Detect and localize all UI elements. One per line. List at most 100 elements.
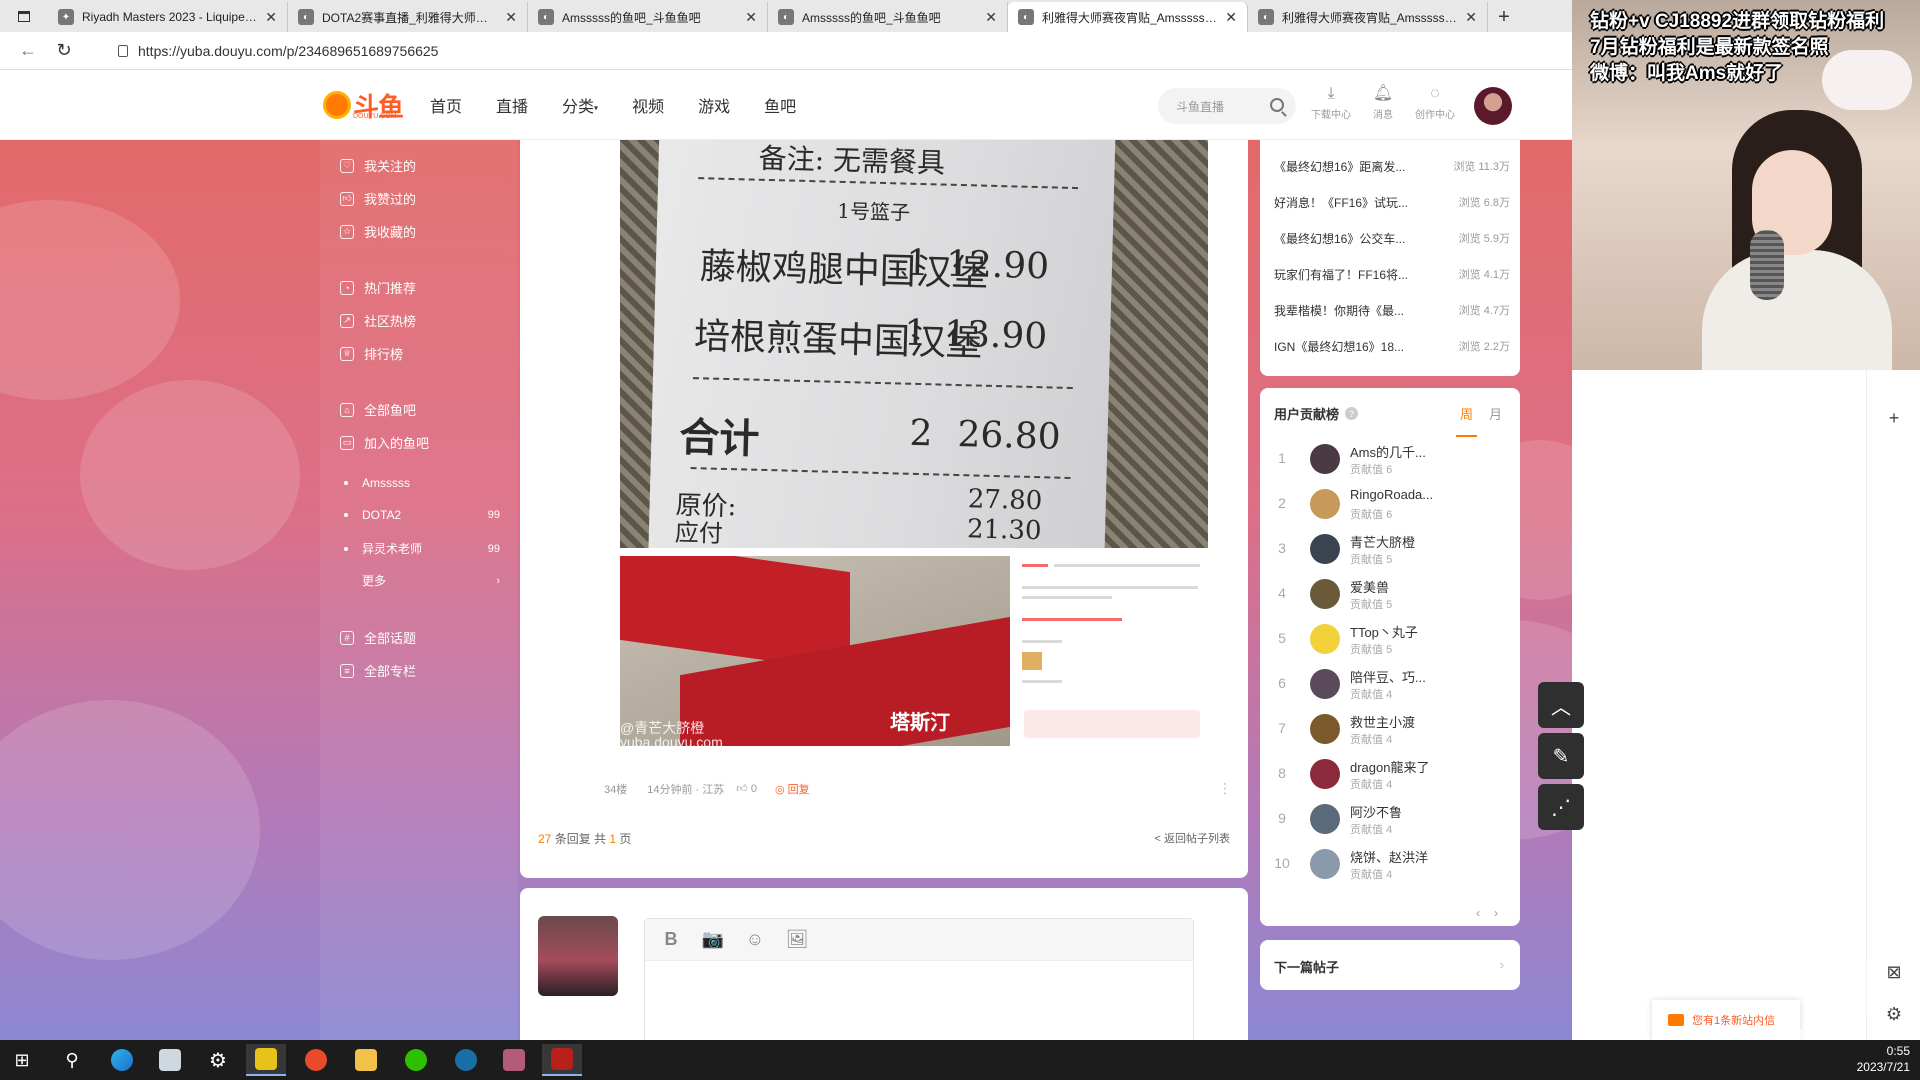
rank-row[interactable]: 6 陪伴豆、巧... 贡献值 4 — [1274, 665, 1506, 705]
user-avatar[interactable] — [1474, 87, 1512, 125]
next-page-icon[interactable]: › — [1494, 906, 1498, 920]
hot-post-item[interactable]: IGN《最终幻想16》18... 浏览 2.2万 — [1274, 338, 1510, 355]
taskbar-dota2[interactable] — [542, 1044, 582, 1076]
close-tab-icon[interactable]: ✕ — [1225, 9, 1237, 26]
rank-row[interactable]: 3 青芒大脐橙 贡献值 5 — [1274, 530, 1506, 570]
rank-avatar[interactable] — [1310, 624, 1340, 654]
nav-yuba[interactable]: 鱼吧 — [764, 93, 796, 117]
sidebar-item-joined-bars[interactable]: ▭ 加入的鱼吧 — [340, 433, 500, 452]
search-icon[interactable] — [1270, 98, 1284, 112]
browser-tab-active[interactable]: ◐ 利雅得大师赛夜宵贴_Amsssss的鱼吧 ✕ — [1008, 2, 1248, 32]
rank-row[interactable]: 7 救世主小渡 贡献值 4 — [1274, 710, 1506, 750]
url-field[interactable]: https://yuba.douyu.com/p/234689651689756… — [112, 35, 1552, 66]
download-center-button[interactable]: ⤓ 下载中心 — [1305, 85, 1357, 121]
start-button[interactable]: ⊞ — [2, 1044, 42, 1076]
search-button[interactable]: ⚲ — [52, 1044, 92, 1076]
new-message-toast[interactable]: 您有1条新站内信 — [1652, 1000, 1800, 1040]
hot-post-item[interactable]: 《最终幻想16》距离发... 浏览 11.3万 — [1274, 158, 1510, 175]
rank-user-name[interactable]: RingoRoada... — [1350, 487, 1460, 502]
hot-post-item[interactable]: 好消息！《FF16》试玩... 浏览 6.8万 — [1274, 194, 1510, 211]
sidebar-item-all-columns[interactable]: ≡ 全部专栏 — [340, 661, 500, 680]
rank-row[interactable]: 8 dragon龍来了 贡献值 4 — [1274, 755, 1506, 795]
scroll-top-button[interactable]: ︿ — [1538, 682, 1584, 728]
rank-row[interactable]: 10 烧饼、赵洪洋 贡献值 4 — [1274, 845, 1506, 885]
nav-live[interactable]: 直播 — [496, 93, 528, 117]
rank-avatar[interactable] — [1310, 759, 1340, 789]
rank-avatar[interactable] — [1310, 534, 1340, 564]
image-icon[interactable]: 🖼 — [785, 928, 809, 952]
new-tab-button[interactable]: + — [1488, 2, 1520, 32]
rank-user-name[interactable]: 烧饼、赵洪洋 — [1350, 847, 1460, 866]
plus-icon[interactable]: + — [1867, 408, 1920, 429]
reply-editor[interactable]: B 📷 ☺ 🖼 — [644, 918, 1194, 1048]
browser-tab[interactable]: ◐ 利雅得大师赛夜宵贴_Amsssss的鱼吧 ✕ — [1248, 2, 1488, 32]
sidebar-bar-item[interactable]: Amsssss — [344, 476, 500, 490]
close-tab-icon[interactable]: ✕ — [265, 9, 277, 26]
taskbar-app[interactable] — [296, 1044, 336, 1076]
taskbar-settings[interactable]: ⚙ — [198, 1044, 238, 1076]
camera-icon[interactable]: 📷 — [701, 928, 725, 952]
browser-tab[interactable]: ◐ DOTA2赛事直播_利雅得大师赛直播 ✕ — [288, 2, 528, 32]
bold-icon[interactable]: B — [659, 928, 683, 952]
write-post-button[interactable]: ✎ — [1538, 733, 1584, 779]
sidebar-item-community-hot[interactable]: ↗ 社区热榜 — [340, 311, 500, 330]
receipt-photo[interactable]: 备注: 无需餐具 1号篮子 藤椒鸡腿中国汉堡 1 12.90 培根煎蛋中国汉堡 … — [620, 140, 1208, 548]
rank-user-name[interactable]: 青芒大脐橙 — [1350, 532, 1460, 551]
taskbar-steam[interactable] — [446, 1044, 486, 1076]
sidebar-item-hot[interactable]: ◔ 热门推荐 — [340, 278, 500, 297]
close-tab-icon[interactable]: ✕ — [1465, 9, 1477, 26]
hot-post-item[interactable]: 我辈楷模！你期待《最... 浏览 4.7万 — [1274, 302, 1510, 319]
taskbar-edge[interactable] — [102, 1044, 142, 1076]
rank-user-name[interactable]: 阿沙不鲁 — [1350, 802, 1460, 821]
hot-post-item[interactable]: 《最终幻想16》公交车... 浏览 5.9万 — [1274, 230, 1510, 247]
creator-center-button[interactable]: ◌ 创作中心 — [1409, 85, 1461, 121]
rank-avatar[interactable] — [1310, 849, 1340, 879]
order-screenshot-image[interactable] — [1014, 556, 1208, 746]
rank-user-name[interactable]: Ams的几千... — [1350, 442, 1460, 461]
nav-video[interactable]: 视频 — [632, 93, 664, 117]
more-options-icon[interactable]: ⋮ — [1218, 780, 1232, 797]
sidebar-item-all-topics[interactable]: # 全部话题 — [340, 628, 500, 647]
hot-post-item[interactable]: 玩家们有福了！FF16将... 浏览 4.1万 — [1274, 266, 1510, 283]
browser-tab[interactable]: ◐ Amsssss的鱼吧_斗鱼鱼吧 ✕ — [528, 2, 768, 32]
taskbar-wechat[interactable] — [396, 1044, 436, 1076]
share-button[interactable]: ⋰ — [1538, 784, 1584, 830]
sidebar-bar-item[interactable]: DOTA2 99 — [344, 508, 500, 522]
next-post-card[interactable]: 下一篇帖子 › — [1260, 940, 1520, 990]
rank-user-name[interactable]: 爱美兽 — [1350, 577, 1460, 596]
close-tab-icon[interactable]: ✕ — [985, 9, 997, 26]
burger-box-photo[interactable]: 塔斯汀 @青芒大脐橙 yuba.douyu.com — [620, 556, 1010, 746]
rank-avatar[interactable] — [1310, 444, 1340, 474]
rank-user-name[interactable]: dragon龍来了 — [1350, 757, 1460, 776]
sidebar-item-following[interactable]: ♡ 我关注的 — [340, 156, 500, 175]
rank-row[interactable]: 2 RingoRoada... 贡献值 6 — [1274, 485, 1506, 525]
taskbar-app[interactable] — [346, 1044, 386, 1076]
douyu-logo[interactable]: 斗鱼 DOUYU.COM — [323, 87, 404, 123]
sidebar-bar-item[interactable]: 异灵术老师 99 — [344, 540, 500, 557]
back-to-list-link[interactable]: < 返回帖子列表 — [1155, 830, 1230, 846]
rank-avatar[interactable] — [1310, 804, 1340, 834]
taskbar-app[interactable] — [494, 1044, 534, 1076]
window-menu-button[interactable] — [0, 0, 48, 32]
taskbar-app[interactable] — [150, 1044, 190, 1076]
browser-tab[interactable]: ◐ Amsssss的鱼吧_斗鱼鱼吧 ✕ — [768, 2, 1008, 32]
nav-home[interactable]: 首页 — [430, 93, 462, 117]
reply-button[interactable]: ◎ 回复 — [775, 781, 810, 797]
rank-row[interactable]: 5 TTop丶丸子 贡献值 5 — [1274, 620, 1506, 660]
sidebar-item-favorites[interactable]: ☆ 我收藏的 — [340, 222, 500, 241]
rank-user-name[interactable]: TTop丶丸子 — [1350, 622, 1460, 641]
header-search-input[interactable]: 斗鱼直播 — [1158, 88, 1296, 124]
sidebar-item-all-bars[interactable]: ⌂ 全部鱼吧 — [340, 400, 500, 419]
like-button[interactable]: 👍︎ 0 — [736, 782, 757, 795]
close-tab-icon[interactable]: ✕ — [745, 9, 757, 26]
sidebar-item-leaderboard[interactable]: ♕ 排行榜 — [340, 344, 500, 363]
sidebar-item-liked[interactable]: 👍︎ 我赞过的 — [340, 189, 500, 208]
rank-row[interactable]: 1 Ams的几千... 贡献值 6 — [1274, 440, 1506, 480]
rank-avatar[interactable] — [1310, 489, 1340, 519]
prev-page-icon[interactable]: ‹ — [1476, 906, 1480, 920]
emoji-icon[interactable]: ☺ — [743, 928, 767, 952]
rank-row[interactable]: 4 爱美兽 贡献值 5 — [1274, 575, 1506, 615]
close-tab-icon[interactable]: ✕ — [505, 9, 517, 26]
rank-avatar[interactable] — [1310, 579, 1340, 609]
rank-row[interactable]: 9 阿沙不鲁 贡献值 4 — [1274, 800, 1506, 840]
